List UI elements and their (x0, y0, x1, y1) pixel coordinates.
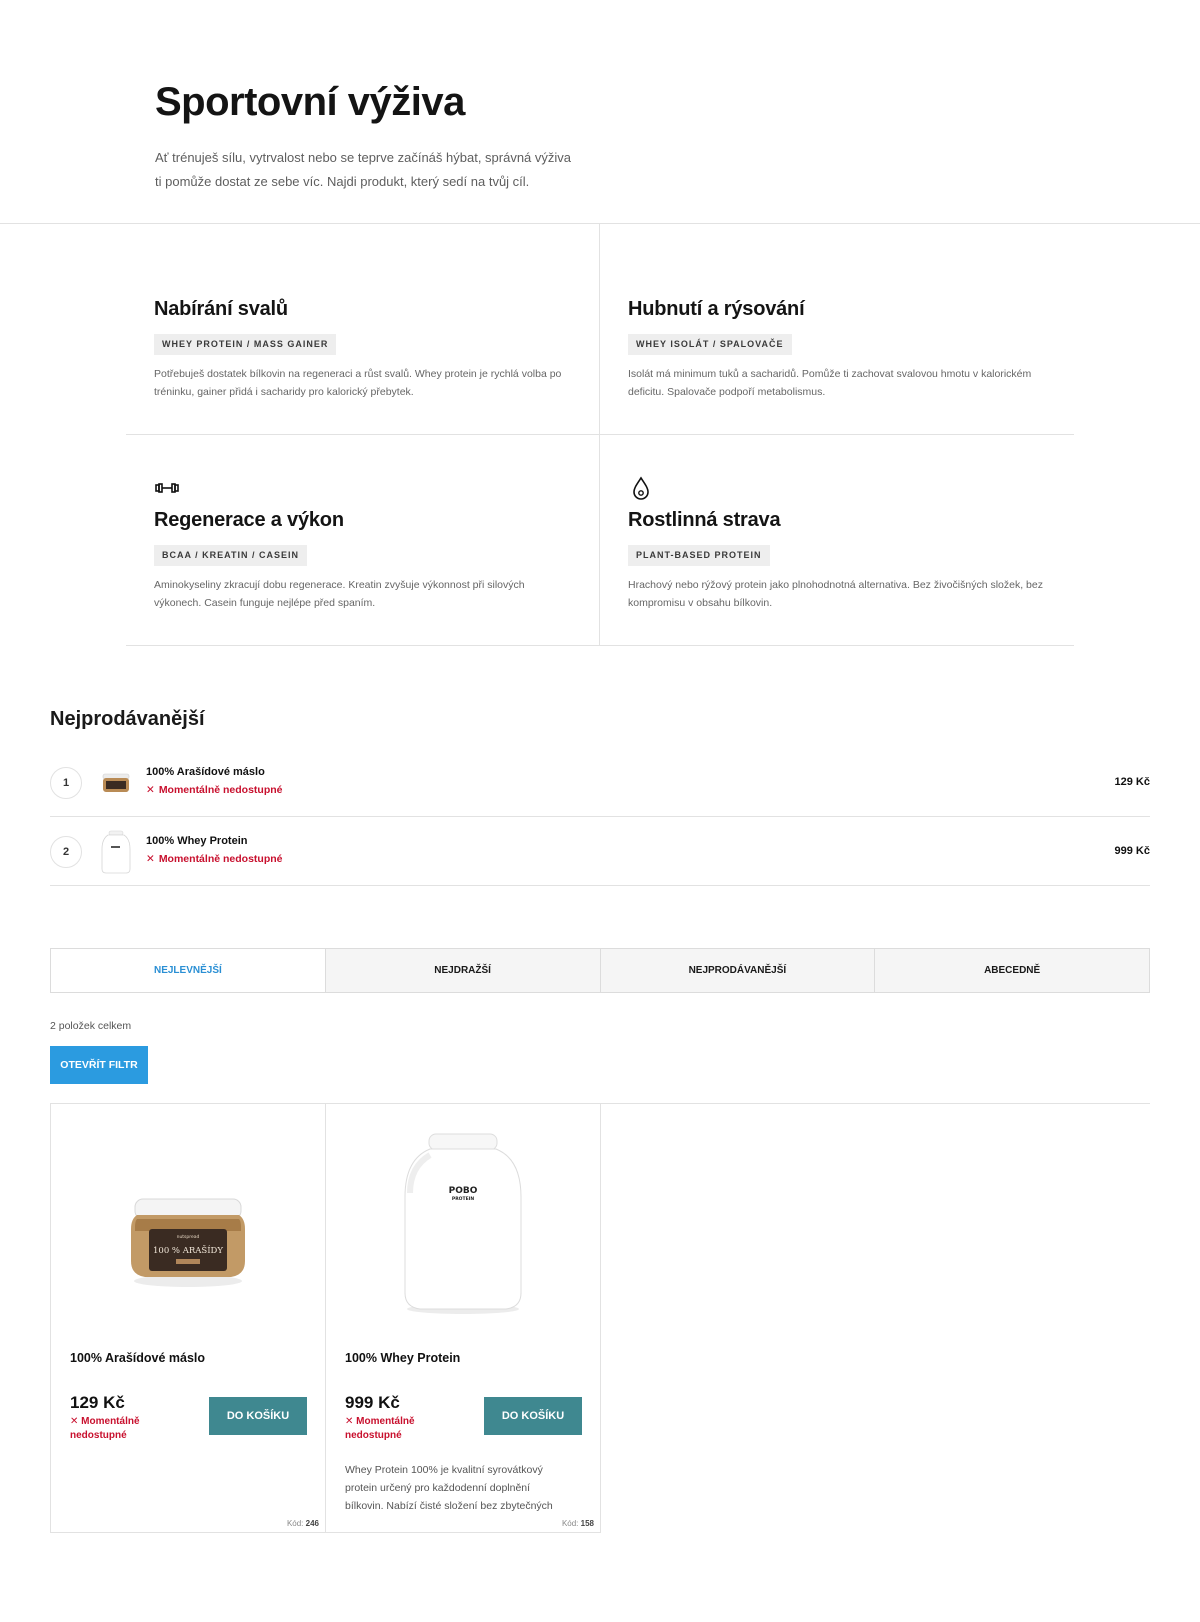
product-price: 999 Kč (1114, 845, 1150, 857)
product-name[interactable]: 100% Arašídové máslo (70, 1351, 205, 1365)
items-count: 2 položek celkem (50, 1020, 132, 1032)
product-description: Whey Protein 100% je kvalitní syrovátkov… (345, 1464, 553, 1512)
product-code: Kód: 158 (561, 1519, 594, 1528)
goal-description: Aminokyseliny zkracují dobu regenerace. … (154, 579, 525, 609)
goal-description: Hrachový nebo rýžový protein jako plnoho… (628, 579, 1043, 609)
add-to-cart-button[interactable]: DO KOŠÍKU (209, 1397, 307, 1435)
availability-status: ✕ Momentálně nedostupné (146, 853, 283, 865)
open-filter-button[interactable]: OTEVŘÍT FILTR (50, 1046, 148, 1084)
goal-tag: PLANT-BASED PROTEIN (628, 545, 770, 566)
availability-status: ✕ Momentálně nedostupné (345, 1416, 415, 1441)
goal-card-weight-loss[interactable]: Hubnutí a rýsování WHEY ISOLÁT / SPALOVA… (600, 224, 1074, 435)
goal-title: Rostlinná strava (628, 509, 781, 531)
product-link[interactable]: 100% Arašídové máslo (146, 766, 265, 778)
goal-title: Nabírání svalů (154, 298, 288, 320)
unavailable-icon: ✕ (146, 853, 155, 865)
page-title: Sportovní výživa (155, 80, 465, 124)
tub-sub-text: PROTEIN (452, 1196, 474, 1202)
goal-title: Regenerace a výkon (154, 509, 344, 531)
unavailable-icon: ✕ (345, 1416, 357, 1427)
bestseller-row[interactable]: 2 100% Whey Protein ✕ Momentálně nedostup… (50, 817, 1150, 886)
goal-grid: Nabírání svalů WHEY PROTEIN / MASS GAINE… (126, 224, 1074, 646)
rank-badge: 1 (50, 767, 82, 799)
category-hero: Sportovní výživa Ať trénuješ sílu, vytrv… (0, 0, 1200, 224)
goal-tag: WHEY ISOLÁT / SPALOVAČE (628, 334, 792, 355)
unavailable-icon: ✕ (70, 1416, 82, 1427)
availability-status: ✕ Momentálně nedostupné (146, 784, 283, 796)
availability-status: ✕ Momentálně nedostupné (70, 1416, 140, 1441)
protein-tub-image[interactable]: POBO PROTEIN (326, 1123, 600, 1323)
goal-tag: BCAA / KREATIN / CASEIN (154, 545, 308, 566)
goal-description: Potřebuješ dostatek bílkovin na regenera… (154, 368, 562, 398)
product-price: 129 Kč (70, 1393, 125, 1412)
peanut-butter-jar-image[interactable]: nutspread 100 % ARAŠÍDY (51, 1123, 325, 1323)
add-to-cart-button[interactable]: DO KOŠÍKU (484, 1397, 582, 1435)
goal-tag: WHEY PROTEIN / MASS GAINER (154, 334, 337, 355)
peanut-butter-jar-thumbnail[interactable] (100, 760, 132, 806)
product-price: 999 Kč (345, 1393, 400, 1412)
goal-card-recovery[interactable]: Regenerace a výkon BCAA / KREATIN / CASE… (126, 435, 600, 646)
goal-title: Hubnutí a rýsování (628, 298, 805, 320)
tub-brand-text: POBO (449, 1186, 478, 1196)
tab-alphabetical[interactable]: ABECEDNĚ (874, 949, 1149, 992)
bestsellers-list: 1 100% Arašídové máslo ✕ Momentálně nedos… (50, 748, 1150, 886)
product-price: 129 Kč (1114, 776, 1150, 788)
protein-tub-thumbnail[interactable] (100, 829, 132, 875)
product-card[interactable]: nutspread 100 % ARAŠÍDY 100% Arašídové m… (50, 1103, 326, 1533)
dumbbell-icon (154, 475, 180, 501)
goal-description: Isolát má minimum tuků a sacharidů. Pomů… (628, 368, 1032, 398)
product-name[interactable]: 100% Whey Protein (345, 1351, 460, 1365)
tab-most-expensive[interactable]: NEJDRAŽŠÍ (324, 949, 600, 992)
product-link[interactable]: 100% Whey Protein (146, 835, 247, 847)
bestsellers-title: Nejprodávanější (50, 708, 205, 730)
seed-drop-icon (628, 475, 654, 501)
goal-card-plant-based[interactable]: Rostlinná strava PLANT-BASED PROTEIN Hra… (600, 435, 1074, 646)
category-intro: Ať trénuješ sílu, vytrvalost nebo se tep… (155, 150, 572, 189)
goal-card-muscle[interactable]: Nabírání svalů WHEY PROTEIN / MASS GAINE… (126, 224, 600, 435)
product-card[interactable]: POBO PROTEIN 100% Whey Protein 999 Kč ✕ … (325, 1103, 601, 1533)
product-code: Kód: 246 (286, 1519, 319, 1528)
unavailable-icon: ✕ (146, 784, 155, 796)
tab-cheapest[interactable]: NEJLEVNĚJŠÍ (51, 949, 325, 992)
rank-badge: 2 (50, 836, 82, 868)
tab-bestselling[interactable]: NEJPRODÁVANĚJŠÍ (599, 949, 875, 992)
bestseller-row[interactable]: 1 100% Arašídové máslo ✕ Momentálně nedos… (50, 748, 1150, 817)
jar-label-text: 100 % ARAŠÍDY (153, 1244, 223, 1256)
jar-brand-text: nutspread (177, 1234, 200, 1240)
sort-tabs: NEJLEVNĚJŠÍ NEJDRAŽŠÍ NEJPRODÁVANĚJŠÍ AB… (50, 948, 1150, 993)
